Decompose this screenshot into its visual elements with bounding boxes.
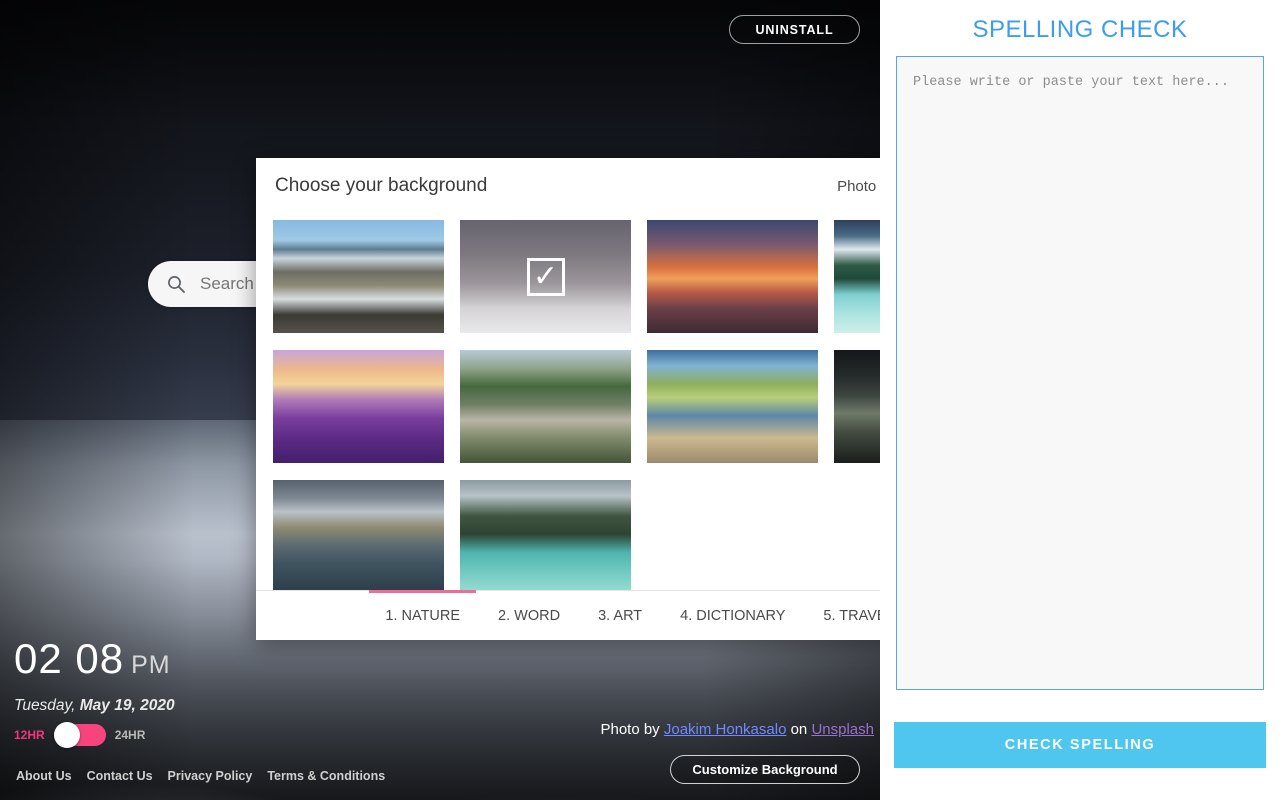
time-format-toggle[interactable]: 12HR 24HR (14, 722, 175, 748)
background-thumbnail-turquoise-mountain-lake[interactable]: ✓ (460, 480, 631, 590)
background-thumbnail-winter-sunset-village[interactable]: ✓ (647, 220, 818, 333)
clock-weekday: Tuesday, (14, 697, 76, 714)
tab-nature[interactable]: 1. NATURE (369, 589, 476, 641)
credit-prefix: Photo by (600, 721, 664, 738)
clock-time: 02 08 PM (14, 636, 175, 688)
panel-title: SPELLING CHECK (972, 16, 1188, 43)
footer-link-about[interactable]: About Us (16, 769, 72, 783)
background-thumbnail-lavender-field-sunset[interactable]: ✓ (273, 350, 444, 463)
clock-widget: 02 08 PM Tuesday, May 19, 2020 12HR 24HR (14, 636, 175, 748)
check-icon: ✓ (526, 257, 565, 296)
footer-link-terms[interactable]: Terms & Conditions (267, 769, 385, 783)
check-spelling-button[interactable]: CHECK SPELLING (894, 722, 1266, 768)
tab-dictionary[interactable]: 4. DICTIONARY (678, 591, 787, 641)
footer-links: About Us Contact Us Privacy Policy Terms… (16, 769, 385, 783)
background-thumbnail-beach-tree-sunlight[interactable]: ✓ (647, 350, 818, 463)
background-thumbnail-iceland-road-snow-mountains[interactable]: ✓ (273, 220, 444, 333)
credit-unsplash-link[interactable]: Unsplash (811, 721, 874, 738)
modal-title: Choose your background (275, 175, 488, 196)
background-thumbnail-forest-river-valley[interactable]: ✓ (460, 350, 631, 463)
time-format-switch[interactable] (53, 722, 106, 748)
clock-ampm: PM (131, 651, 171, 679)
format-12hr-label[interactable]: 12HR (14, 728, 45, 742)
spelling-check-panel: SPELLING CHECK (880, 0, 1280, 800)
format-24hr-label[interactable]: 24HR (115, 728, 146, 742)
footer-link-contact[interactable]: Contact Us (87, 769, 153, 783)
background-thumbnail-snow-field-bare-trees[interactable]: ✓ (460, 220, 631, 333)
background-thumbnail-lake-sunbeam-clouds[interactable]: ✓ (273, 480, 444, 590)
screen: UNINSTALL 02 08PM Tuesday, May 19, 2020 … (0, 0, 1280, 800)
clock-hours: 02 (14, 635, 63, 682)
spelling-text-input[interactable] (896, 56, 1264, 690)
credit-middle: on (786, 721, 812, 738)
toggle-knob[interactable] (53, 722, 80, 748)
footer-link-privacy[interactable]: Privacy Policy (168, 769, 253, 783)
clock-minutes: 08 (75, 635, 125, 682)
clock-datestring: May 19, 2020 (75, 697, 175, 714)
photo-credit: Photo by Joakim Honkasalo on Unsplash (600, 721, 874, 738)
tab-word[interactable]: 2. WORD (496, 591, 562, 641)
uninstall-button[interactable]: UNINSTALL (729, 15, 860, 44)
tab-art[interactable]: 3. ART (596, 591, 644, 641)
search-icon (168, 276, 185, 293)
customize-background-button[interactable]: Customize Background (670, 755, 860, 784)
credit-author-link[interactable]: Joakim Honkasalo (664, 721, 787, 738)
clock-date: Tuesday, May 19, 2020 (14, 697, 175, 715)
